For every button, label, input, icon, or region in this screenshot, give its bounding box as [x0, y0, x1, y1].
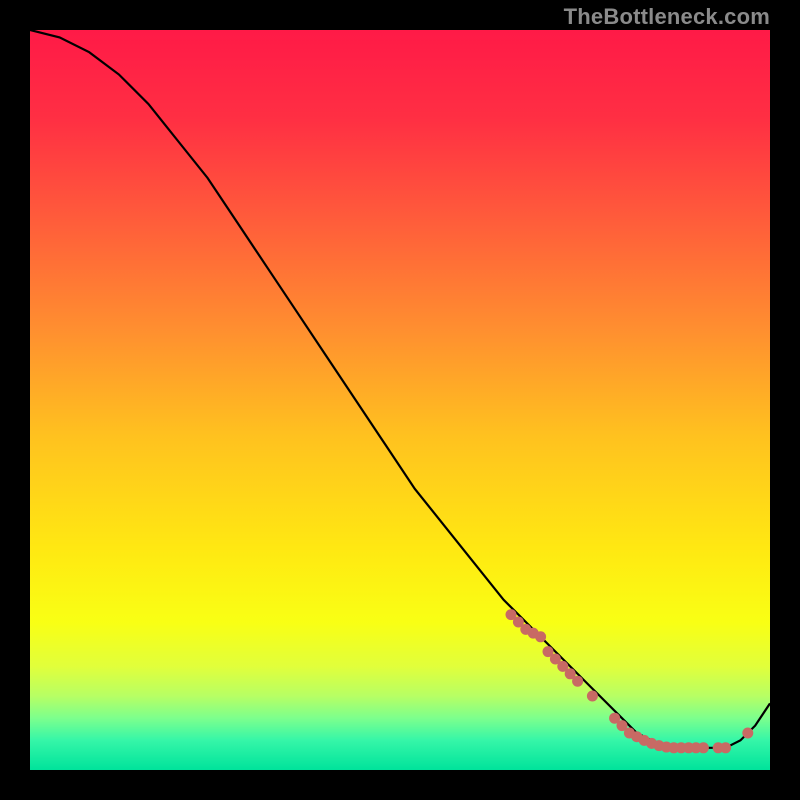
- watermark-text: TheBottleneck.com: [564, 4, 770, 30]
- marker-dot: [698, 742, 709, 753]
- marker-dot: [587, 691, 598, 702]
- marker-dot: [742, 728, 753, 739]
- chart-stage: TheBottleneck.com: [0, 0, 800, 800]
- curve-layer: [30, 30, 770, 770]
- plot-area: [30, 30, 770, 770]
- marker-group: [506, 609, 754, 753]
- marker-dot: [572, 676, 583, 687]
- marker-dot: [535, 631, 546, 642]
- bottleneck-curve: [30, 30, 770, 748]
- marker-dot: [720, 742, 731, 753]
